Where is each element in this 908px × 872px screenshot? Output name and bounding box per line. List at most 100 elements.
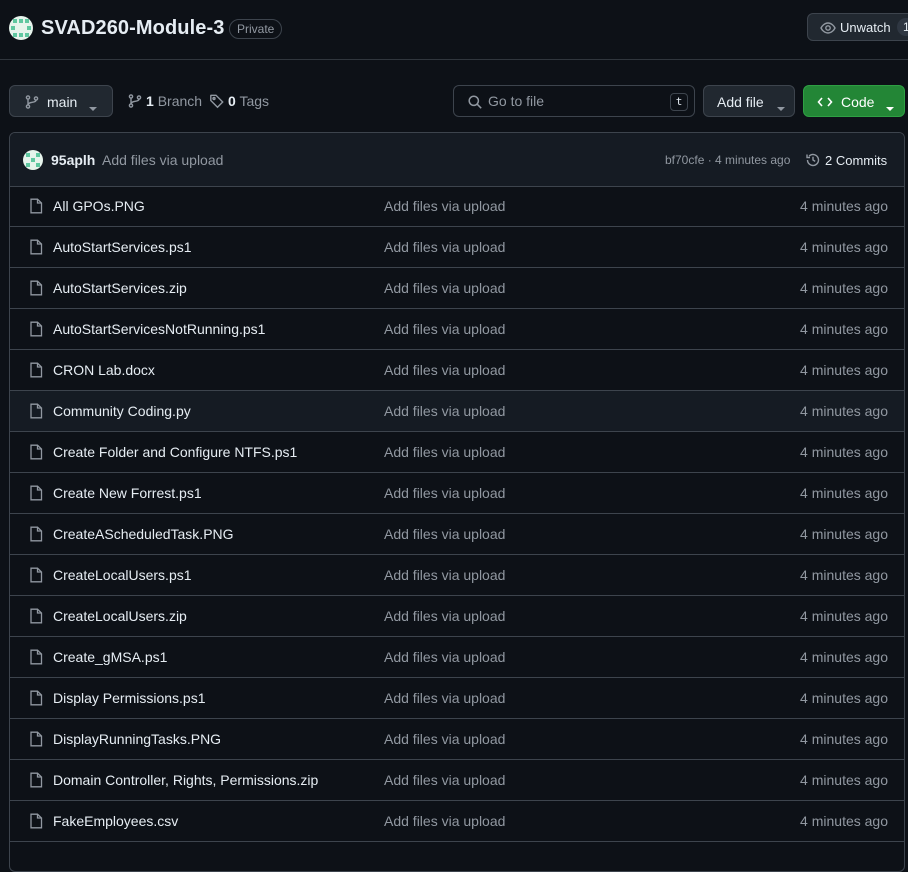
file-commit-time: 4 minutes ago [800,813,888,829]
file-commit-message-link[interactable]: Add files via upload [384,280,505,296]
keyboard-shortcut-hint: t [670,93,688,111]
commits-count-label: 2 Commits [825,153,888,168]
chevron-down-icon [885,99,895,115]
file-name-link[interactable]: Create New Forrest.ps1 [53,485,202,501]
file-commit-message-link[interactable]: Add files via upload [384,608,505,624]
file-name-link[interactable]: Community Coding.py [53,403,191,419]
file-commit-time: 4 minutes ago [800,239,888,255]
branch-select-button[interactable]: main [9,85,113,117]
file-name-link[interactable]: All GPOs.PNG [53,198,145,214]
owner-avatar[interactable] [9,16,33,40]
file-name-link[interactable]: Domain Controller, Rights, Permissions.z… [53,772,318,788]
file-commit-message-link[interactable]: Add files via upload [384,239,505,255]
tags-count: 0 [228,93,236,109]
file-commit-message-link[interactable]: Add files via upload [384,526,505,542]
go-to-file-search[interactable]: t [453,85,695,117]
git-branch-icon [127,93,143,112]
commit-message-link[interactable]: Add files via upload [102,152,223,168]
file-commit-message-link[interactable]: Add files via upload [384,731,505,747]
file-row[interactable]: AutoStartServicesNotRunning.ps1 Add files… [10,309,904,350]
branch-name: main [47,94,78,110]
file-commit-time: 4 minutes ago [800,690,888,706]
code-button[interactable]: Code [803,85,905,117]
repo-header: SVAD260-Module-3 Private Unwatch 1 [0,0,908,60]
tags-link[interactable]: 0 Tags [209,93,269,109]
file-commit-message-link[interactable]: Add files via upload [384,649,505,665]
file-name-link[interactable]: CreateLocalUsers.ps1 [53,567,192,583]
file-row[interactable]: Community Coding.py Add files via upload 4… [10,391,904,432]
code-label: Code [841,94,875,110]
file-row[interactable]: CreateAScheduledTask.PNG Add files via up… [10,514,904,555]
repo-name[interactable]: SVAD260-Module-3 [41,17,225,40]
file-commit-time: 4 minutes ago [800,649,888,665]
unwatch-label: Unwatch [840,20,891,35]
file-commit-message-link[interactable]: Add files via upload [384,485,505,501]
file-name-link[interactable]: DisplayRunningTasks.PNG [53,731,221,747]
file-row[interactable]: Create_gMSA.ps1 Add files via upload 4 min… [10,637,904,678]
file-row[interactable]: AutoStartServices.ps1 Add files via uploa… [10,227,904,268]
file-row[interactable]: Display Permissions.ps1 Add files via upl… [10,678,904,719]
file-icon [29,280,43,299]
add-file-button[interactable]: Add file [703,85,795,117]
file-name-link[interactable]: AutoStartServices.zip [53,280,187,296]
file-commit-message-link[interactable]: Add files via upload [384,321,505,337]
file-commit-message-link[interactable]: Add files via upload [384,362,505,378]
branches-link[interactable]: 1 Branch [127,93,202,109]
go-to-file-input[interactable] [488,92,658,110]
file-icon [29,772,43,791]
file-name-link[interactable]: FakeEmployees.csv [53,813,178,829]
file-commit-time: 4 minutes ago [800,198,888,214]
file-commit-message-link[interactable]: Add files via upload [384,813,505,829]
file-commit-time: 4 minutes ago [800,526,888,542]
file-name-link[interactable]: Create_gMSA.ps1 [53,649,167,665]
file-commit-message-link[interactable]: Add files via upload [384,772,505,788]
file-icon [29,731,43,750]
file-row[interactable]: DisplayRunningTasks.PNG Add files via upl… [10,719,904,760]
file-row[interactable]: Create New Forrest.ps1 Add files via uplo… [10,473,904,514]
file-commit-message-link[interactable]: Add files via upload [384,403,505,419]
file-commit-message-link[interactable]: Add files via upload [384,198,505,214]
file-icon [29,321,43,340]
file-icon [29,608,43,627]
file-row[interactable]: CreateLocalUsers.ps1 Add files via upload… [10,555,904,596]
branches-count: 1 [146,93,154,109]
file-row[interactable]: CreateLocalUsers.zip Add files via upload… [10,596,904,637]
file-row[interactable]: Domain Controller, Rights, Permissions.z… [10,760,904,801]
file-row[interactable]: CRON Lab.docx Add files via upload 4 minut… [10,350,904,391]
unwatch-button[interactable]: Unwatch 1 [807,13,908,41]
file-name-link[interactable]: CreateLocalUsers.zip [53,608,187,624]
file-row[interactable]: AutoStartServices.zip Add files via uploa… [10,268,904,309]
latest-commit-bar: 95aplh Add files via upload bf70cfe · 4 … [10,133,904,187]
file-name-link[interactable]: AutoStartServices.ps1 [53,239,192,255]
file-icon [29,567,43,586]
file-name-link[interactable]: Create Folder and Configure NTFS.ps1 [53,444,297,460]
tag-icon [209,93,225,112]
commit-hash-time[interactable]: bf70cfe · 4 minutes ago [665,153,790,167]
file-name-link[interactable]: CRON Lab.docx [53,362,155,378]
author-avatar[interactable] [23,150,43,170]
file-icon [29,403,43,422]
file-commit-message-link[interactable]: Add files via upload [384,567,505,583]
commit-author-link[interactable]: 95aplh [51,152,95,168]
file-name-link[interactable]: CreateAScheduledTask.PNG [53,526,234,542]
file-icon [29,444,43,463]
eye-icon [820,20,836,39]
file-commit-message-link[interactable]: Add files via upload [384,690,505,706]
file-name-link[interactable]: Display Permissions.ps1 [53,690,206,706]
file-row[interactable]: FakeEmployees.csv Add files via upload 4 m… [10,801,904,842]
file-name-link[interactable]: AutoStartServicesNotRunning.ps1 [53,321,265,337]
file-commit-message-link[interactable]: Add files via upload [384,444,505,460]
chevron-down-icon [776,99,786,115]
file-commit-time: 4 minutes ago [800,772,888,788]
file-icon [29,198,43,217]
file-icon [29,526,43,545]
git-branch-icon [24,94,40,113]
file-icon [29,239,43,258]
file-icon [29,690,43,709]
file-row[interactable]: All GPOs.PNG Add files via upload 4 minute… [10,186,904,227]
file-row[interactable]: Create Folder and Configure NTFS.ps1 Add … [10,432,904,473]
file-icon [29,649,43,668]
file-commit-time: 4 minutes ago [800,567,888,583]
watch-count: 1 [897,18,908,36]
search-icon [467,94,483,113]
